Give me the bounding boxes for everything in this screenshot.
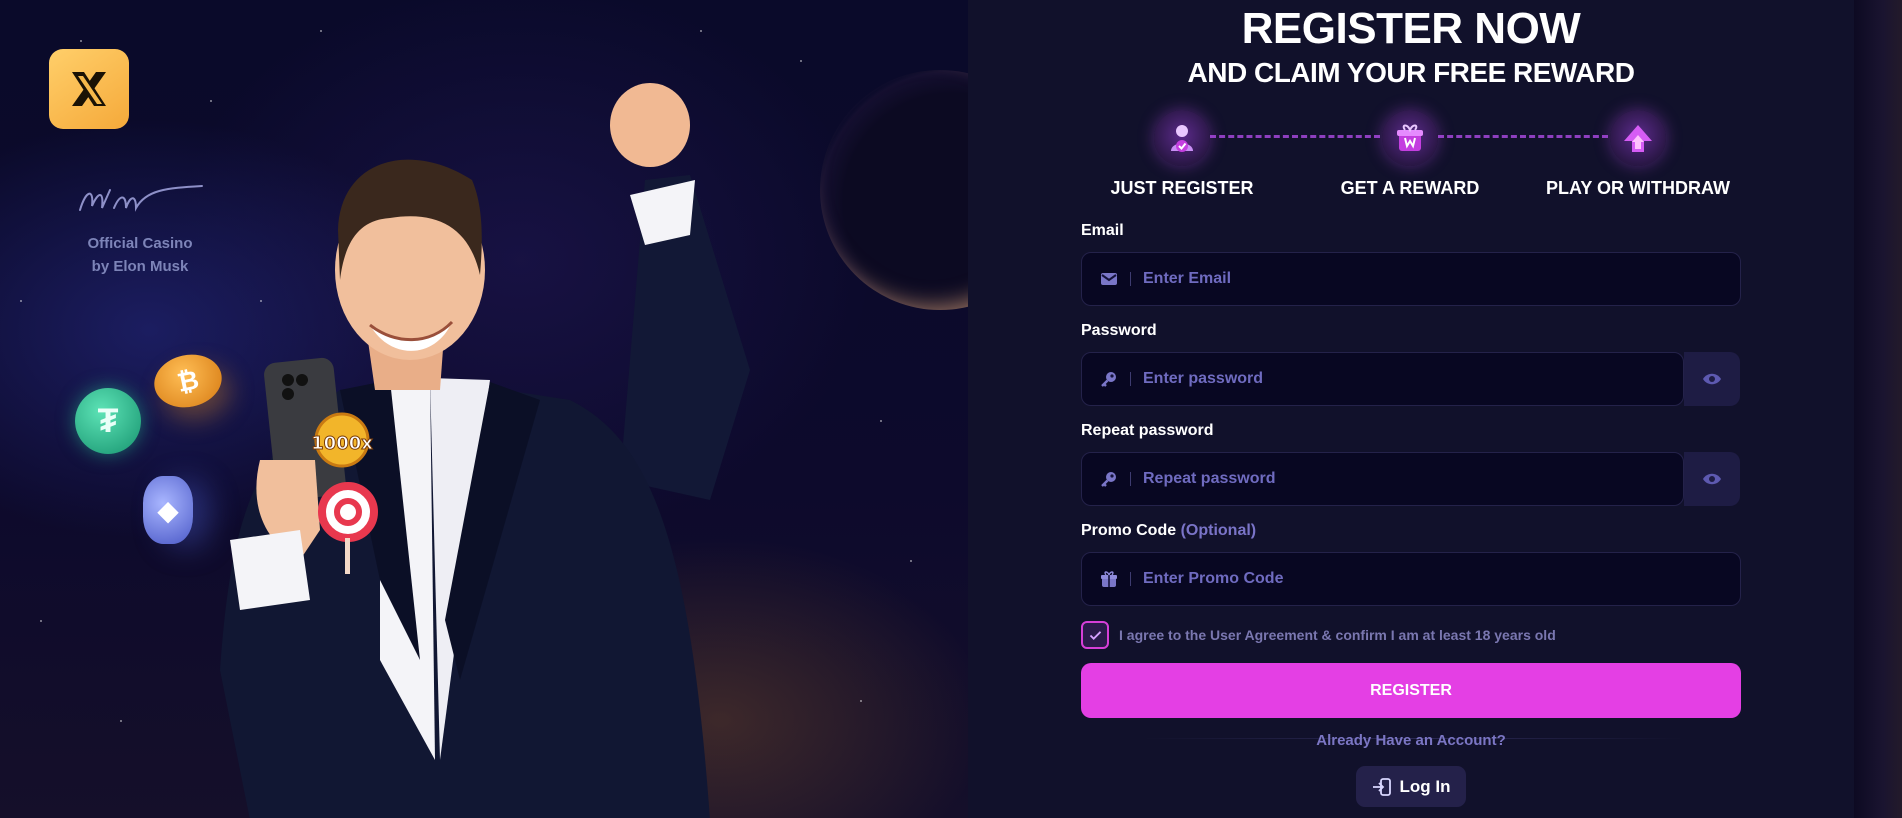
step-withdraw-icon (1610, 110, 1666, 166)
promo-code-input[interactable] (1143, 553, 1740, 605)
step-label-withdraw: PLAY OR WITHDRAW (1545, 178, 1730, 198)
signature (79, 185, 203, 212)
step-reward-icon (1382, 110, 1438, 166)
eye-icon (1703, 473, 1721, 485)
agreement-text: I agree to the User Agreement & confirm … (1119, 627, 1556, 643)
multiplier-badge-text: 1000x (311, 433, 373, 454)
planet-eclipse (820, 70, 968, 310)
promo-code-field[interactable] (1081, 552, 1741, 606)
step-connector-1 (1210, 135, 1380, 138)
password-field[interactable] (1081, 352, 1684, 406)
password-input[interactable] (1143, 353, 1683, 405)
key-icon (1100, 470, 1118, 488)
right-edge-decoration (1854, 0, 1902, 818)
gift-icon (1397, 124, 1423, 151)
step-register-icon (1154, 110, 1210, 166)
gift-icon (1100, 570, 1118, 588)
field-separator (1130, 572, 1131, 586)
login-button[interactable]: Log In (1356, 766, 1466, 807)
step-label-register: JUST REGISTER (1110, 178, 1254, 198)
promo-code-label: Promo Code (Optional) (1081, 521, 1256, 541)
email-label: Email (1081, 222, 1124, 239)
toggle-password-visibility-button[interactable] (1684, 352, 1740, 406)
tether-coin-icon: ₮ (75, 388, 141, 454)
agreement-row: I agree to the User Agreement & confirm … (1081, 621, 1556, 649)
repeat-password-field[interactable] (1081, 452, 1684, 506)
x-logo-icon (72, 72, 106, 106)
eye-icon (1703, 373, 1721, 385)
page-title: REGISTER NOW (1241, 4, 1581, 53)
register-button[interactable]: REGISTER (1081, 663, 1741, 718)
arrow-up-icon (1624, 125, 1652, 152)
already-have-account-text: Already Have an Account? (1316, 732, 1506, 749)
field-separator (1130, 272, 1131, 286)
promo-panel: Official Casino by Elon Musk ₿ ₮ ◆ 1000x (0, 0, 968, 818)
brand-logo[interactable] (49, 49, 129, 129)
promo-code-optional-text: (Optional) (1180, 522, 1257, 539)
step-connector-2 (1438, 135, 1608, 138)
email-field[interactable] (1081, 252, 1741, 306)
toggle-repeat-password-visibility-button[interactable] (1684, 452, 1740, 506)
repeat-password-label: Repeat password (1081, 422, 1214, 439)
checkmark-icon (1089, 630, 1101, 640)
mail-icon (1100, 270, 1118, 288)
promo-code-label-text: Promo Code (1081, 522, 1177, 539)
user-check-icon (1171, 125, 1193, 152)
password-label: Password (1081, 322, 1157, 339)
email-input[interactable] (1143, 253, 1740, 305)
promo-person-illustration: 1000x (220, 83, 750, 818)
login-icon (1372, 777, 1391, 796)
step-label-reward: GET A REWARD (1340, 178, 1480, 198)
page-subtitle: AND CLAIM YOUR FREE REWARD (1187, 57, 1635, 88)
field-separator (1130, 472, 1131, 486)
key-icon (1100, 370, 1118, 388)
field-separator (1130, 372, 1131, 386)
repeat-password-input[interactable] (1143, 453, 1683, 505)
registration-panel: REGISTER NOW AND CLAIM YOUR FREE REWARD … (968, 0, 1854, 818)
agreement-checkbox[interactable] (1081, 621, 1109, 649)
ethereum-coin-icon: ◆ (143, 476, 193, 544)
login-label: Log In (1399, 776, 1451, 796)
